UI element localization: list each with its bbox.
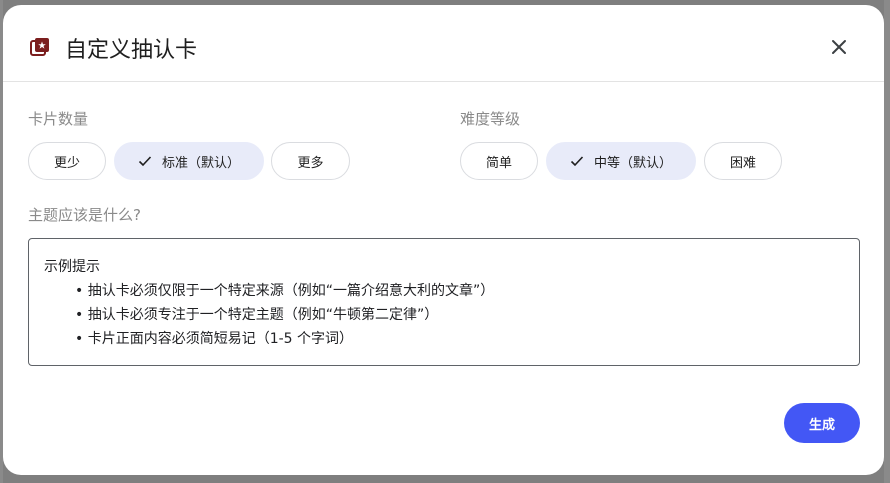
difficulty-easy-option[interactable]: 简单 (460, 142, 538, 180)
option-label: 更少 (53, 155, 80, 171)
dialog-title: 自定义抽认卡 (65, 38, 198, 63)
checkmark-icon (138, 156, 152, 167)
example-bullet: • 卡片正面内容必须简短易记（1-5 个字词） (75, 331, 354, 347)
customize-flashcards-dialog: 自定义抽认卡 卡片数量 更少 标准（默认） 更多 难度等级 简单 中等（默认） … (3, 5, 884, 475)
card-count-label: 卡片数量 (28, 110, 89, 128)
option-label: 中等（默认） (593, 155, 672, 171)
topic-label: 主题应该是什么? (28, 206, 141, 224)
option-label: 更多 (297, 155, 324, 171)
dialog-header: 自定义抽认卡 (3, 5, 884, 82)
example-bullet: • 抽认卡必须仅限于一个特定来源（例如“一篇介绍意大利的文章”） (75, 283, 495, 299)
difficulty-label: 难度等级 (460, 110, 521, 128)
backdrop-edge-right (884, 0, 890, 483)
option-label: 标准（默认） (161, 155, 240, 171)
difficulty-medium-option[interactable]: 中等（默认） (546, 142, 696, 180)
example-bullet: • 抽认卡必须专注于一个特定主题（例如“牛顿第二定律”） (75, 307, 439, 323)
option-label: 简单 (485, 155, 512, 171)
close-icon[interactable] (829, 37, 849, 57)
topic-textarea[interactable]: 示例提示 • 抽认卡必须仅限于一个特定来源（例如“一篇介绍意大利的文章”） • … (28, 238, 860, 366)
card-count-more-option[interactable]: 更多 (271, 142, 350, 180)
checkmark-icon (570, 156, 584, 167)
option-label: 困难 (729, 155, 756, 171)
example-heading: 示例提示 (44, 259, 100, 275)
generate-button[interactable]: 生成 (784, 403, 860, 443)
flashcard-icon (30, 38, 49, 56)
card-count-standard-option[interactable]: 标准（默认） (114, 142, 264, 180)
difficulty-hard-option[interactable]: 困难 (704, 142, 782, 180)
card-count-fewer-option[interactable]: 更少 (28, 142, 106, 180)
